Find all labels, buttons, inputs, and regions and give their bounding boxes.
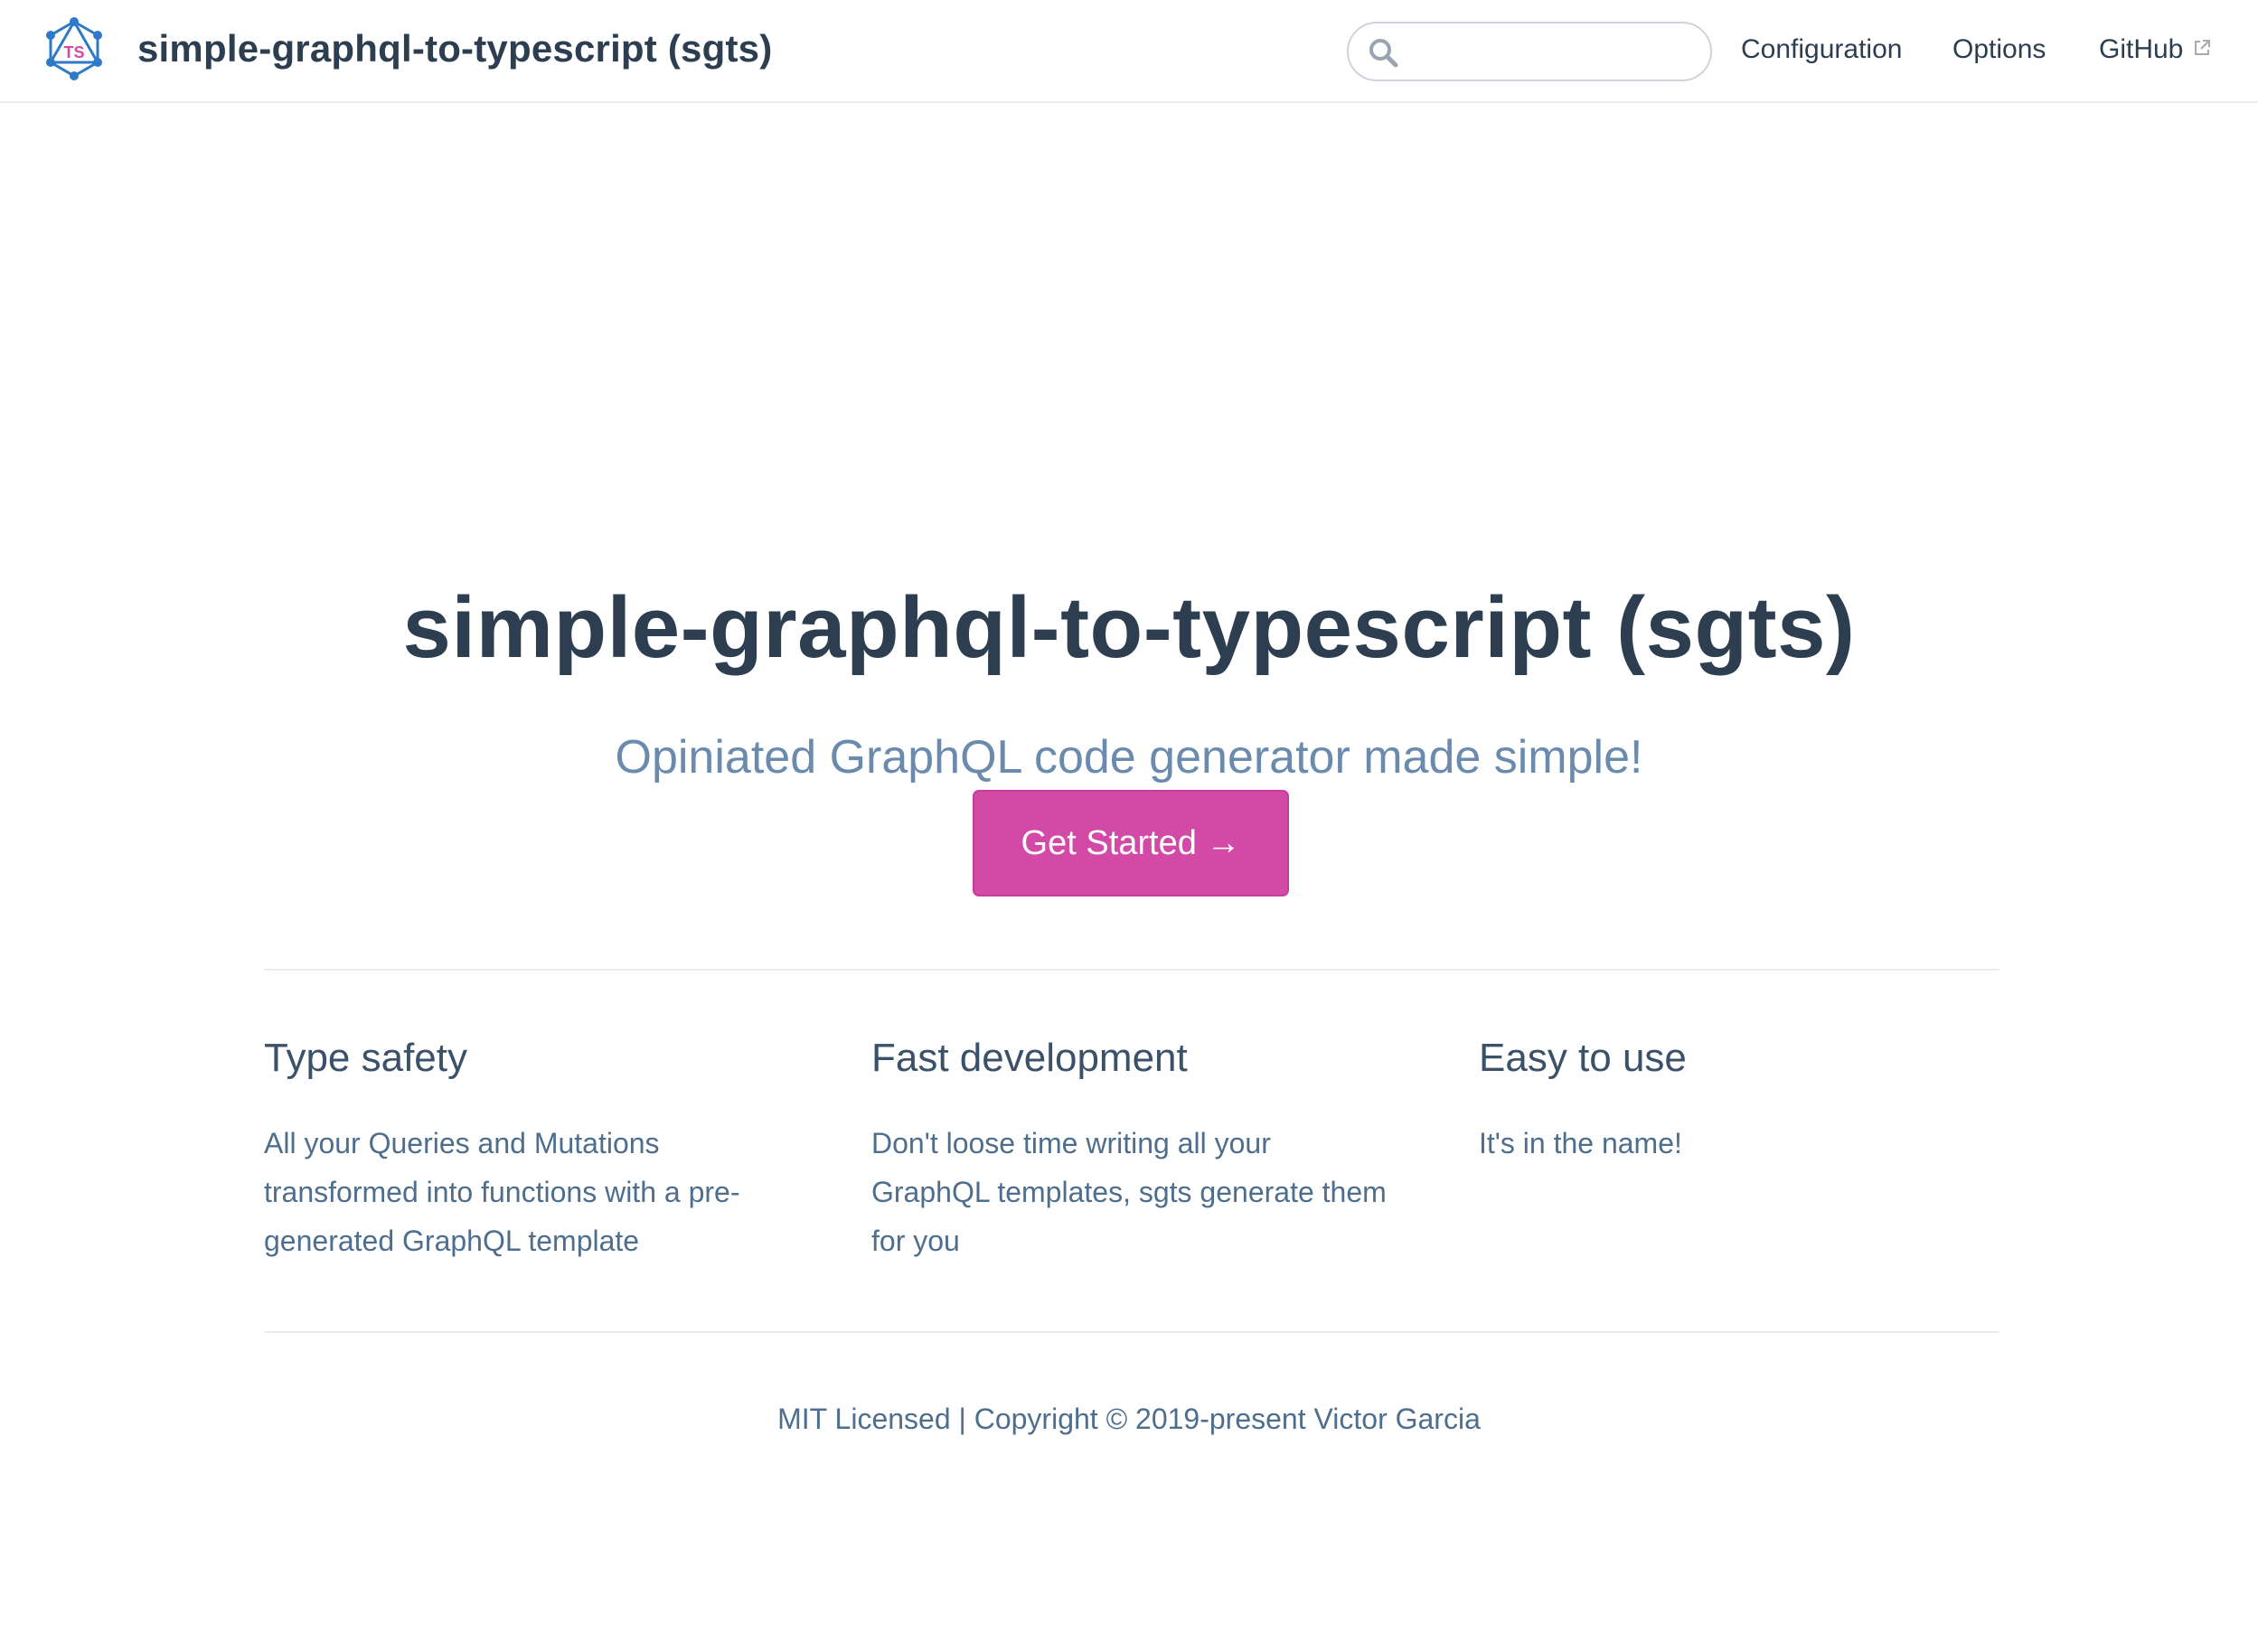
feature-title: Fast development bbox=[871, 1036, 1188, 1080]
divider-top bbox=[264, 969, 1999, 971]
feature-title: Easy to use bbox=[1479, 1036, 1687, 1080]
feature-type-safety: Type safety All your Queries and Mutatio… bbox=[264, 1036, 806, 1265]
nav-link-options[interactable]: Options bbox=[1952, 34, 2046, 65]
nav-link-configuration[interactable]: Configuration bbox=[1741, 34, 1902, 65]
graphql-ts-logo-icon[interactable]: TS bbox=[42, 16, 107, 81]
external-link-icon bbox=[2195, 40, 2211, 56]
hero-title: simple-graphql-to-typescript (sgts) bbox=[402, 579, 1856, 677]
search-box[interactable] bbox=[1347, 22, 1712, 81]
feature-details: All your Queries and Mutations transform… bbox=[264, 1127, 740, 1257]
divider-bottom bbox=[264, 1331, 1999, 1333]
logo-text: TS bbox=[63, 43, 84, 61]
footer: MIT Licensed | Copyright © 2019-present … bbox=[777, 1403, 1481, 1435]
hero-description: Opiniated GraphQL code generator made si… bbox=[615, 731, 1643, 784]
search-input[interactable] bbox=[1412, 31, 1696, 74]
navbar: TS simple-graphql-to-typescript (sgts) C… bbox=[0, 0, 2258, 103]
nav-link-github[interactable]: GitHub bbox=[2099, 34, 2212, 65]
search-icon bbox=[1369, 39, 1398, 68]
get-started-button[interactable]: Get Started → bbox=[973, 790, 1289, 896]
site-name[interactable]: simple-graphql-to-typescript (sgts) bbox=[137, 27, 772, 70]
feature-details: It's in the name! bbox=[1479, 1127, 1682, 1159]
feature-fast-development: Fast development Don't loose time writin… bbox=[871, 1036, 1414, 1265]
feature-details: Don't loose time writing all your GraphQ… bbox=[871, 1127, 1387, 1257]
feature-title: Type safety bbox=[264, 1036, 468, 1080]
feature-easy-to-use: Easy to use It's in the name! bbox=[1479, 1036, 2021, 1168]
nav-link-github-label: GitHub bbox=[2099, 34, 2184, 64]
